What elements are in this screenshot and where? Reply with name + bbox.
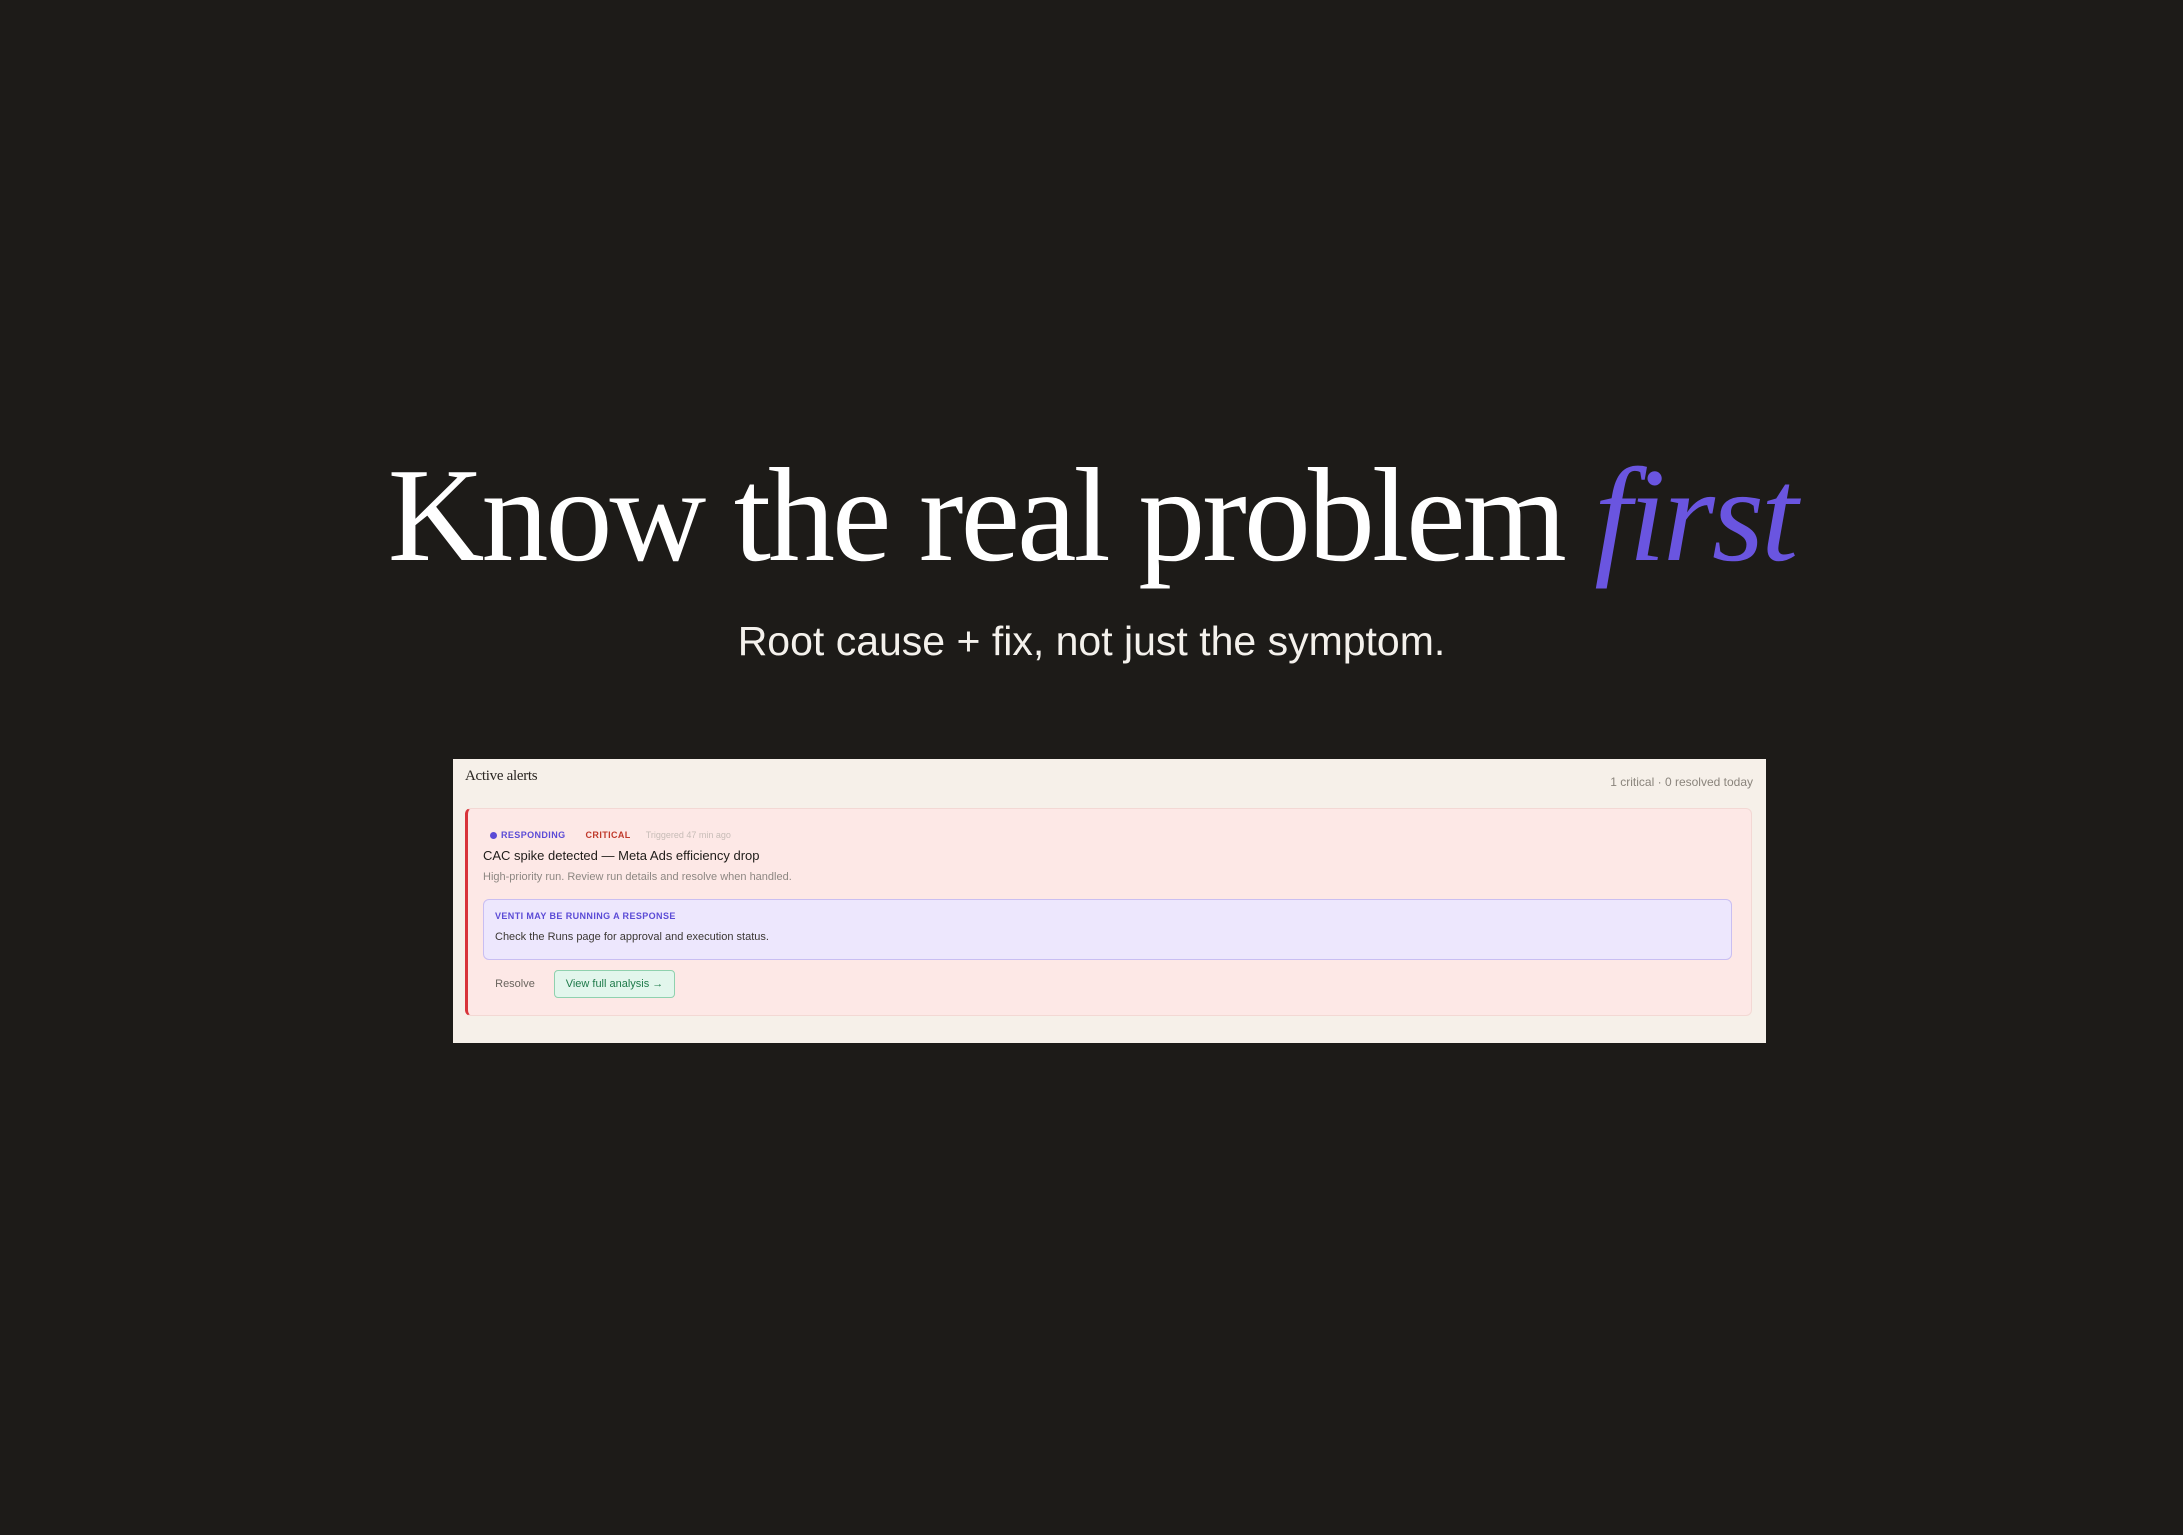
- status-dot-icon: [490, 831, 497, 839]
- response-notice-label: VENTI MAY BE RUNNING A RESPONSE: [495, 911, 676, 921]
- alert-title: CAC spike detected — Meta Ads efficiency…: [483, 848, 760, 863]
- alerts-summary: 1 critical · 0 resolved today: [1610, 775, 1753, 789]
- severity-badge: CRITICAL: [585, 830, 631, 840]
- panel-title: Active alerts: [465, 768, 538, 784]
- hero-headline: Know the real problem first: [0, 435, 2183, 595]
- view-full-analysis-button[interactable]: View full analysis →: [554, 970, 675, 998]
- resolve-button[interactable]: Resolve: [481, 970, 549, 998]
- hero-headline-accent: first: [1594, 441, 1798, 589]
- status-badge: RESPONDING: [490, 830, 566, 840]
- alert-badges: RESPONDING CRITICAL Triggered 47 min ago: [490, 827, 731, 843]
- hero-subheadline: Root cause + fix, not just the symptom.: [737, 618, 1446, 664]
- triggered-time: Triggered 47 min ago: [645, 830, 731, 840]
- status-badge-label: RESPONDING: [501, 830, 566, 840]
- active-alerts-panel: Active alerts 1 critical · 0 resolved to…: [453, 759, 1766, 1043]
- hero-headline-text: Know the real problem: [387, 441, 1595, 589]
- alert-card: RESPONDING CRITICAL Triggered 47 min ago…: [465, 808, 1752, 1016]
- alert-description: High-priority run. Review run details an…: [483, 871, 792, 883]
- response-notice-text: Check the Runs page for approval and exe…: [495, 931, 769, 943]
- response-notice: VENTI MAY BE RUNNING A RESPONSE Check th…: [483, 899, 1732, 960]
